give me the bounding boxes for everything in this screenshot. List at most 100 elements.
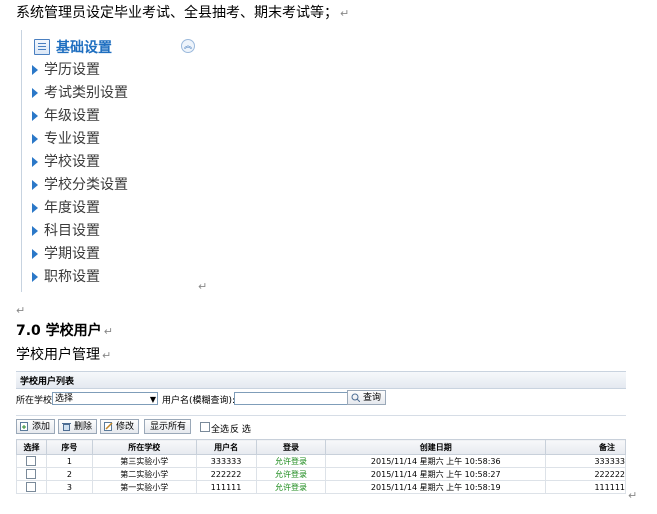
username-filter-label: 用户名(模糊查询): (162, 396, 236, 406)
menu-item-school-category[interactable]: 学校分类设置 (32, 175, 192, 195)
edit-button[interactable]: 修改 (100, 419, 140, 434)
add-doc-icon (20, 422, 29, 431)
menu-header[interactable]: 基础设置 ︽ (30, 36, 195, 58)
query-button-label: 查询 (363, 393, 382, 403)
school-select[interactable]: 选择 ▼ (52, 392, 158, 405)
menu-item-label: 年度设置 (44, 200, 100, 216)
school-select-value: 选择 (55, 394, 74, 404)
cell-no: 2 (45, 467, 93, 481)
row-checkbox[interactable] (16, 480, 47, 494)
list-title: 学校用户列表 (20, 377, 75, 387)
collapse-chevron-icon[interactable]: ︽ (181, 39, 195, 53)
add-button-label: 添加 (32, 422, 51, 432)
edit-pencil-icon (104, 422, 113, 431)
cell-no: 3 (45, 480, 93, 494)
intro-text: 系统管理员设定毕业考试、全县抽考、期末考试等； (16, 5, 338, 21)
section-subheading-text: 学校用户管理 (16, 347, 100, 363)
menu-item-subject[interactable]: 科目设置 (32, 221, 192, 241)
menu-item-school[interactable]: 学校设置 (32, 152, 192, 172)
school-filter-label: 所在学校: (16, 396, 56, 406)
menu-item-education[interactable]: 学历设置 (32, 60, 192, 80)
delete-button-label: 删除 (74, 422, 93, 432)
cell-school: 第一实验小学 (91, 480, 197, 494)
cell-note: 111111 (545, 480, 626, 494)
show-all-button[interactable]: 显示所有 (144, 419, 192, 434)
arrow-right-icon (32, 272, 38, 282)
menu-item-label: 专业设置 (44, 131, 100, 147)
table-row[interactable]: 1 第三实验小学 333333 允许登录 2015/11/14 星期六 上午 1… (16, 454, 626, 468)
query-button[interactable]: 查询 (347, 390, 387, 405)
search-icon (351, 393, 361, 403)
arrow-right-icon (32, 65, 38, 75)
cell-created: 2015/11/14 星期六 上午 10:58:27 (325, 467, 547, 481)
table-row[interactable]: 3 第一实验小学 111111 允许登录 2015/11/14 星期六 上午 1… (16, 480, 626, 494)
cell-note: 333333 (545, 454, 626, 468)
invert-selection-label[interactable]: 反 选 (230, 422, 251, 435)
arrow-right-icon (32, 249, 38, 259)
menu-item-major[interactable]: 专业设置 (32, 129, 192, 149)
list-title-bar: 学校用户列表 (16, 371, 626, 389)
cell-no: 1 (45, 454, 93, 468)
table-row[interactable]: 2 第二实验小学 222222 允许登录 2015/11/14 星期六 上午 1… (16, 467, 626, 481)
menu-item-grade[interactable]: 年级设置 (32, 106, 192, 126)
select-all-checkbox[interactable] (200, 422, 210, 433)
arrow-right-icon (32, 88, 38, 98)
menu-item-exam-category[interactable]: 考试类别设置 (32, 83, 192, 103)
col-header-select[interactable]: 选择 (16, 439, 47, 455)
paragraph-mark: ↵ (628, 489, 638, 502)
paragraph-mark: ↵ (16, 304, 26, 317)
menu-item-label: 年级设置 (44, 108, 100, 124)
cell-school: 第二实验小学 (91, 467, 197, 481)
trash-icon (62, 422, 71, 431)
menu-item-label: 学期设置 (44, 246, 100, 262)
filter-bar: 所在学校: 选择 ▼ 用户名(模糊查询): 查询 (16, 389, 626, 411)
cell-username: 333333 (195, 454, 257, 468)
menu-title: 基础设置 (56, 40, 112, 56)
row-checkbox[interactable] (16, 454, 47, 468)
action-toolbar: 添加 删除 修改 显示所有 全选 反 选 (16, 415, 626, 438)
menu-item-year[interactable]: 年度设置 (32, 198, 192, 218)
menu-item-label: 学历设置 (44, 62, 100, 78)
col-header-note[interactable]: 备注 (545, 439, 626, 455)
section-heading-text: 7.0 学校用户 (16, 323, 102, 339)
col-header-login[interactable]: 登录 (255, 439, 327, 455)
cell-note: 222222 (545, 467, 626, 481)
arrow-right-icon (32, 226, 38, 236)
menu-item-label: 科目设置 (44, 223, 100, 239)
paragraph-mark: ↵ (340, 7, 350, 20)
cell-username: 222222 (195, 467, 257, 481)
cell-created: 2015/11/14 星期六 上午 10:58:19 (325, 480, 547, 494)
add-button[interactable]: 添加 (16, 419, 56, 434)
school-user-list: 学校用户列表 所在学校: 选择 ▼ 用户名(模糊查询): 查询 添加 删除 修改 … (16, 371, 626, 503)
cell-login-link[interactable]: 允许登录 (255, 454, 327, 468)
menu-item-label: 考试类别设置 (44, 85, 128, 101)
username-input[interactable] (234, 392, 358, 405)
settings-list-icon (34, 39, 50, 55)
paragraph-mark: ↵ (102, 349, 112, 362)
col-header-no[interactable]: 序号 (45, 439, 93, 455)
arrow-right-icon (32, 157, 38, 167)
cell-login-link[interactable]: 允许登录 (255, 467, 327, 481)
row-checkbox[interactable] (16, 467, 47, 481)
table-header-row: 选择 序号 所在学校 用户名 登录 创建日期 备注 (16, 439, 626, 455)
intro-paragraph: 系统管理员设定毕业考试、全县抽考、期末考试等； ↵ (16, 4, 349, 23)
menu-item-title[interactable]: 职称设置 (32, 267, 192, 287)
basic-settings-menu: 基础设置 ︽ 学历设置 考试类别设置 年级设置 专业设置 学校设置 学校分类设置… (21, 30, 197, 292)
col-header-created[interactable]: 创建日期 (325, 439, 547, 455)
arrow-right-icon (32, 203, 38, 213)
section-heading: 7.0 学校用户 ↵ (16, 322, 113, 341)
col-header-username[interactable]: 用户名 (195, 439, 257, 455)
show-all-button-label: 显示所有 (150, 422, 187, 432)
menu-item-semester[interactable]: 学期设置 (32, 244, 192, 264)
menu-item-label: 学校设置 (44, 154, 100, 170)
delete-button[interactable]: 删除 (58, 419, 98, 434)
col-header-school[interactable]: 所在学校 (91, 439, 197, 455)
select-all-label[interactable]: 全选 (211, 422, 229, 435)
edit-button-label: 修改 (116, 422, 135, 432)
menu-item-label: 职称设置 (44, 269, 100, 285)
chevron-down-icon: ▼ (149, 395, 156, 404)
arrow-right-icon (32, 134, 38, 144)
arrow-right-icon (32, 111, 38, 121)
user-table: 选择 序号 所在学校 用户名 登录 创建日期 备注 1 第三实验小学 33333… (16, 439, 626, 494)
cell-login-link[interactable]: 允许登录 (255, 480, 327, 494)
